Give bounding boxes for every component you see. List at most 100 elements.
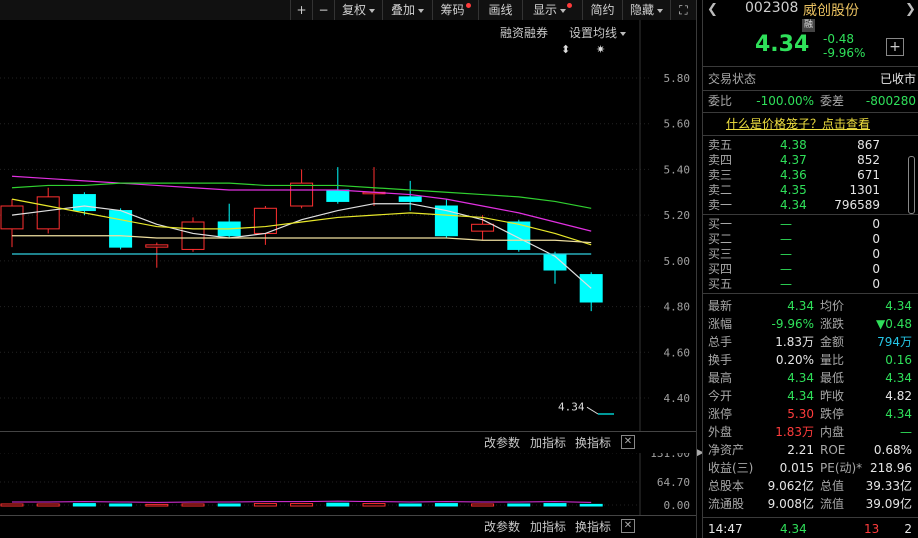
volume-bar[interactable] bbox=[507, 503, 531, 507]
y-tick-label: 4.60 bbox=[664, 346, 691, 359]
candle-body[interactable] bbox=[72, 194, 96, 212]
volume-tick-label: 131.00 bbox=[650, 453, 690, 460]
candle-body[interactable] bbox=[145, 244, 169, 248]
bid-label: 买三 bbox=[708, 247, 733, 261]
candle-body[interactable] bbox=[290, 182, 314, 207]
book-divider bbox=[703, 214, 918, 215]
stat-label-2: ROE bbox=[820, 443, 846, 457]
volume-bar[interactable] bbox=[253, 503, 277, 507]
ask-row[interactable]: 卖四 4.37 852 bbox=[708, 153, 916, 168]
volume-chart[interactable]: 131.00 64.70 0.00 bbox=[0, 453, 696, 515]
stat-value-2: 39.09亿 bbox=[865, 497, 912, 511]
stat-label-2: 跌停 bbox=[820, 407, 845, 421]
stat-row: 外盘 1.83万 内盘 — bbox=[708, 423, 916, 441]
ask-volume: 1301 bbox=[849, 183, 880, 197]
bid-row[interactable]: 买三 — 0 bbox=[708, 247, 916, 262]
ask-row[interactable]: 卖五 4.38 867 bbox=[708, 138, 916, 153]
volume-bar[interactable] bbox=[72, 503, 96, 507]
divider bbox=[703, 517, 918, 518]
trade-status-label: 交易状态 bbox=[708, 72, 757, 86]
close-icon[interactable]: ✕ bbox=[621, 519, 635, 533]
stat-row: 换手 0.20% 量比 0.16 bbox=[708, 351, 916, 369]
ask-row[interactable]: 卖二 4.35 1301 bbox=[708, 183, 916, 198]
candle-body[interactable] bbox=[36, 196, 60, 230]
candle-body[interactable] bbox=[109, 210, 133, 248]
volume-bar[interactable] bbox=[471, 503, 495, 507]
add-indicator-button-2[interactable]: 加指标 bbox=[530, 518, 566, 535]
switch-indicator-button[interactable]: 换指标 bbox=[575, 434, 611, 451]
candle-body[interactable] bbox=[326, 189, 350, 202]
volume-bar[interactable] bbox=[543, 503, 567, 507]
bid-volume: 0 bbox=[872, 232, 880, 246]
stat-value: 5.30 bbox=[787, 407, 814, 421]
indicator-bar-volume: 改参数 加指标 换指标 ✕ bbox=[0, 431, 696, 453]
stat-row: 总股本 9.062亿 总值 39.33亿 bbox=[708, 477, 916, 495]
volume-bar[interactable] bbox=[217, 503, 241, 507]
bid-row[interactable]: 买二 — 0 bbox=[708, 232, 916, 247]
volume-bar[interactable] bbox=[434, 503, 458, 507]
tick-time: 14:47 bbox=[708, 522, 743, 536]
volume-ma-line bbox=[12, 500, 592, 503]
volume-bar[interactable] bbox=[579, 503, 603, 507]
volume-bar[interactable] bbox=[36, 503, 60, 507]
candle-body[interactable] bbox=[471, 223, 495, 232]
add-indicator-button[interactable]: 加指标 bbox=[530, 434, 566, 451]
stat-value: 1.83万 bbox=[775, 335, 814, 349]
volume-bar[interactable] bbox=[181, 503, 205, 507]
stat-label-2: 总值 bbox=[820, 479, 845, 493]
close-icon[interactable]: ✕ bbox=[621, 435, 635, 449]
ask-price: 4.38 bbox=[780, 138, 807, 152]
volume-tick-label: 64.70 bbox=[657, 476, 690, 489]
bid-price: — bbox=[780, 247, 792, 261]
stat-label-2: 量比 bbox=[820, 353, 845, 367]
trade-status-value: 已收市 bbox=[879, 72, 916, 86]
ask-price: 4.36 bbox=[780, 168, 807, 182]
volume-bar[interactable] bbox=[290, 503, 314, 507]
volume-bar[interactable] bbox=[362, 503, 386, 507]
stat-value: 4.34 bbox=[787, 299, 814, 313]
stat-value-2: 4.34 bbox=[885, 299, 912, 313]
prev-stock-icon[interactable]: ❮ bbox=[707, 2, 718, 17]
candlestick-chart[interactable]: 5.80 5.60 5.40 5.20 5.00 4.80 4.60 4.40 4.34 bbox=[0, 0, 696, 432]
price-change: -0.48 bbox=[823, 32, 855, 46]
stat-row: 净资产 2.21 ROE 0.68% bbox=[708, 441, 916, 459]
stat-row: 总手 1.83万 金额 794万 bbox=[708, 333, 916, 351]
weibi-value: -100.00% bbox=[756, 94, 814, 108]
bid-row[interactable]: 买一 — 0 bbox=[708, 217, 916, 232]
volume-bar[interactable] bbox=[109, 503, 133, 507]
bid-row[interactable]: 买五 — 0 bbox=[708, 277, 916, 292]
switch-indicator-button-2[interactable]: 换指标 bbox=[575, 518, 611, 535]
volume-bar[interactable] bbox=[398, 503, 422, 507]
volume-bar[interactable] bbox=[0, 503, 24, 507]
stat-label-2: 涨跌 bbox=[820, 317, 845, 331]
stat-label-2: 最低 bbox=[820, 371, 845, 385]
indicator-bar-2: 改参数 加指标 换指标 ✕ bbox=[0, 515, 696, 538]
change-params-button[interactable]: 改参数 bbox=[484, 434, 520, 451]
price-cage-link[interactable]: 什么是价格笼子？点击查看 bbox=[726, 115, 918, 133]
volume-bar[interactable] bbox=[326, 502, 350, 507]
candle-body[interactable] bbox=[0, 205, 24, 230]
ask-row[interactable]: 卖一 4.34 796589 bbox=[708, 198, 916, 213]
stat-row: 最新 4.34 均价 4.34 bbox=[708, 297, 916, 315]
volume-bar[interactable] bbox=[145, 503, 169, 507]
bid-row[interactable]: 买四 — 0 bbox=[708, 262, 916, 277]
stat-label-2: 流值 bbox=[820, 497, 845, 511]
candle-body[interactable] bbox=[181, 221, 205, 250]
ask-volume: 671 bbox=[857, 168, 880, 182]
ask-row[interactable]: 卖三 4.36 671 bbox=[708, 168, 916, 183]
stat-value-2: 218.96 bbox=[870, 461, 912, 475]
candle-body[interactable] bbox=[398, 196, 422, 202]
candle-body[interactable] bbox=[253, 207, 277, 234]
stat-value-2: 4.82 bbox=[885, 389, 912, 403]
ask-volume: 867 bbox=[857, 138, 880, 152]
divider bbox=[703, 112, 918, 113]
weicha-value: -800280 bbox=[865, 94, 916, 108]
change-params-button-2[interactable]: 改参数 bbox=[484, 518, 520, 535]
next-stock-icon[interactable]: ❯ bbox=[905, 2, 916, 17]
divider bbox=[703, 293, 918, 294]
stat-value-2: 0.16 bbox=[885, 353, 912, 367]
stat-label: 最新 bbox=[708, 299, 733, 313]
add-watchlist-button[interactable]: + bbox=[886, 38, 904, 56]
stat-label: 外盘 bbox=[708, 425, 733, 439]
stat-value-2: 794万 bbox=[877, 335, 912, 349]
